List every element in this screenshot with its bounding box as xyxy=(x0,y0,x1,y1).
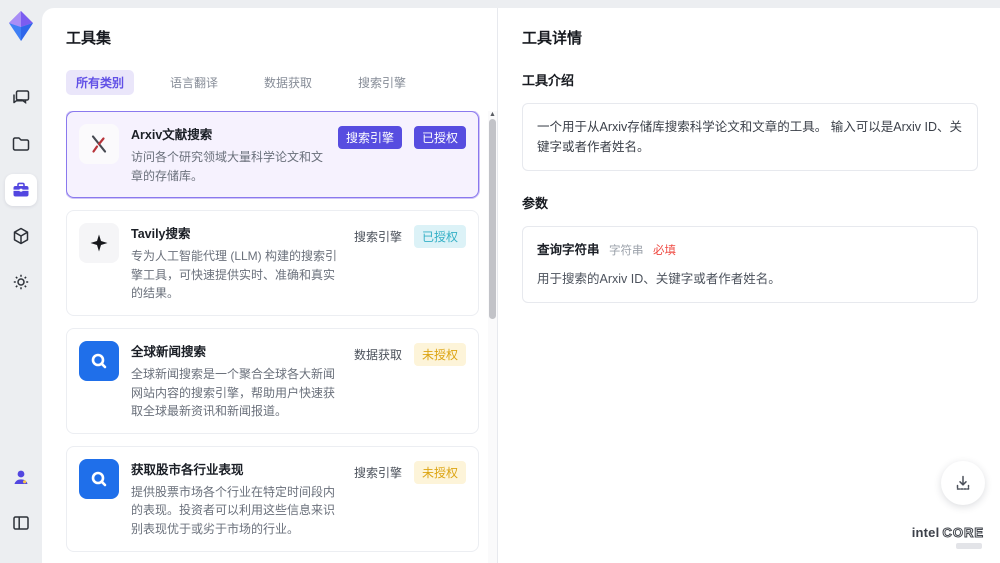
status-badge: 已授权 xyxy=(413,126,466,149)
tools-panel-title: 工具集 xyxy=(66,30,112,47)
tool-name: 获取股市各行业表现 xyxy=(131,462,244,477)
download-button[interactable] xyxy=(941,461,985,505)
chat-icon xyxy=(13,90,30,104)
sidebar-item-files[interactable] xyxy=(5,128,37,160)
sidebar-item-chat[interactable] xyxy=(5,82,37,114)
tab-translation[interactable]: 语言翻译 xyxy=(160,70,228,95)
category-badge: 搜索引擎 xyxy=(337,126,402,149)
detail-title: 工具详情 xyxy=(522,30,583,47)
panel-toggle-icon xyxy=(13,516,29,530)
status-badge: 未授权 xyxy=(413,460,466,484)
tool-description: 专为人工智能代理 (LLM) 构建的搜索引擎工具，可快速提供实时、准确和真实的结… xyxy=(131,249,338,301)
param-required-flag: 必填 xyxy=(652,245,676,257)
news-search-logo-icon xyxy=(79,340,119,381)
main-content: 工具集 所有类别 语言翻译 数据获取 搜索引擎 Arxiv文献搜索 访问各个研究… xyxy=(42,8,1000,563)
app-logo-icon xyxy=(9,11,33,41)
category-label: 数据获取 xyxy=(353,347,402,362)
arxiv-logo-icon xyxy=(79,124,119,164)
tool-name: Tavily搜索 xyxy=(131,227,191,242)
tool-detail-panel: 工具详情 工具介绍 一个用于从Arxiv存储库搜索科学论文和文章的工具。 输入可… xyxy=(498,8,1000,563)
param-description: 用于搜索的Arxiv ID、关键字或者作者姓名。 xyxy=(537,272,781,287)
tool-card-sector-performance[interactable]: 获取股市各行业表现 提供股票市场各个行业在特定时间段内的表现。投资者可以利用这些… xyxy=(66,445,479,552)
category-tabs: 所有类别 语言翻译 数据获取 搜索引擎 xyxy=(66,70,497,95)
tool-name: 全球新闻搜索 xyxy=(131,344,207,359)
param-type: 字符串 xyxy=(609,245,644,257)
download-icon xyxy=(956,475,970,490)
scroll-up-icon[interactable]: ▲ xyxy=(488,111,497,119)
category-label: 搜索引擎 xyxy=(353,465,402,480)
intro-header: 工具介绍 xyxy=(522,73,575,88)
user-icon xyxy=(14,470,28,484)
param-name: 查询字符串 xyxy=(537,243,600,257)
tool-card-tavily[interactable]: Tavily搜索 专为人工智能代理 (LLM) 构建的搜索引擎工具，可快速提供实… xyxy=(66,210,479,316)
briefcase-icon xyxy=(13,182,29,197)
status-badge: 未授权 xyxy=(413,342,466,366)
sidebar-item-collapse[interactable] xyxy=(5,507,37,539)
brand-sub-bar xyxy=(956,543,982,549)
param-box: 查询字符串 字符串 必填 用于搜索的Arxiv ID、关键字或者作者姓名。 xyxy=(522,226,978,304)
sidebar xyxy=(0,0,42,563)
intel-core-logo: intel CORE xyxy=(912,525,984,549)
market-search-logo-icon xyxy=(79,458,119,499)
tool-name: Arxiv文献搜索 xyxy=(131,128,213,142)
brand-intel-text: intel xyxy=(911,525,940,540)
sidebar-item-account[interactable] xyxy=(5,461,37,493)
intro-box: 一个用于从Arxiv存储库搜索科学论文和文章的工具。 输入可以是Arxiv ID… xyxy=(522,103,978,171)
params-header: 参数 xyxy=(522,196,549,211)
brand-core-text: CORE xyxy=(942,525,984,541)
cube-icon xyxy=(13,227,29,245)
tool-description: 提供股票市场各个行业在特定时间段内的表现。投资者可以利用这些信息来识别表现优于或… xyxy=(131,484,336,536)
app-window: 工具集 所有类别 语言翻译 数据获取 搜索引擎 Arxiv文献搜索 访问各个研究… xyxy=(0,0,1000,563)
sidebar-item-tools[interactable] xyxy=(5,174,37,206)
tab-all-categories[interactable]: 所有类别 xyxy=(66,70,135,95)
tools-panel: 工具集 所有类别 语言翻译 数据获取 搜索引擎 Arxiv文献搜索 访问各个研究… xyxy=(42,8,498,563)
tool-card-global-news[interactable]: 全球新闻搜索 全球新闻搜索是一个聚合全球各大新闻网站内容的搜索引擎，帮助用户快速… xyxy=(66,327,479,434)
scrollbar-thumb[interactable] xyxy=(489,119,496,319)
category-label: 搜索引擎 xyxy=(353,230,402,245)
status-badge: 已授权 xyxy=(413,225,466,249)
gear-icon xyxy=(13,274,29,290)
tab-search-engine[interactable]: 搜索引擎 xyxy=(348,70,416,95)
tab-data-fetch[interactable]: 数据获取 xyxy=(254,70,322,95)
tool-card-arxiv[interactable]: Arxiv文献搜索 访问各个研究领域大量科学论文和文章的存储库。 搜索引擎 已授… xyxy=(66,111,479,199)
sidebar-item-models[interactable] xyxy=(5,220,37,252)
sidebar-item-settings[interactable] xyxy=(5,266,37,298)
tavily-logo-icon xyxy=(79,223,119,264)
folder-icon xyxy=(12,137,30,151)
scrollbar[interactable]: ▲ ▼ xyxy=(488,111,497,563)
tool-list: Arxiv文献搜索 访问各个研究领域大量科学论文和文章的存储库。 搜索引擎 已授… xyxy=(66,111,497,563)
tool-description: 全球新闻搜索是一个聚合全球各大新闻网站内容的搜索引擎，帮助用户快速获取全球最新资… xyxy=(131,366,336,419)
tool-description: 访问各个研究领域大量科学论文和文章的存储库。 xyxy=(131,150,324,183)
